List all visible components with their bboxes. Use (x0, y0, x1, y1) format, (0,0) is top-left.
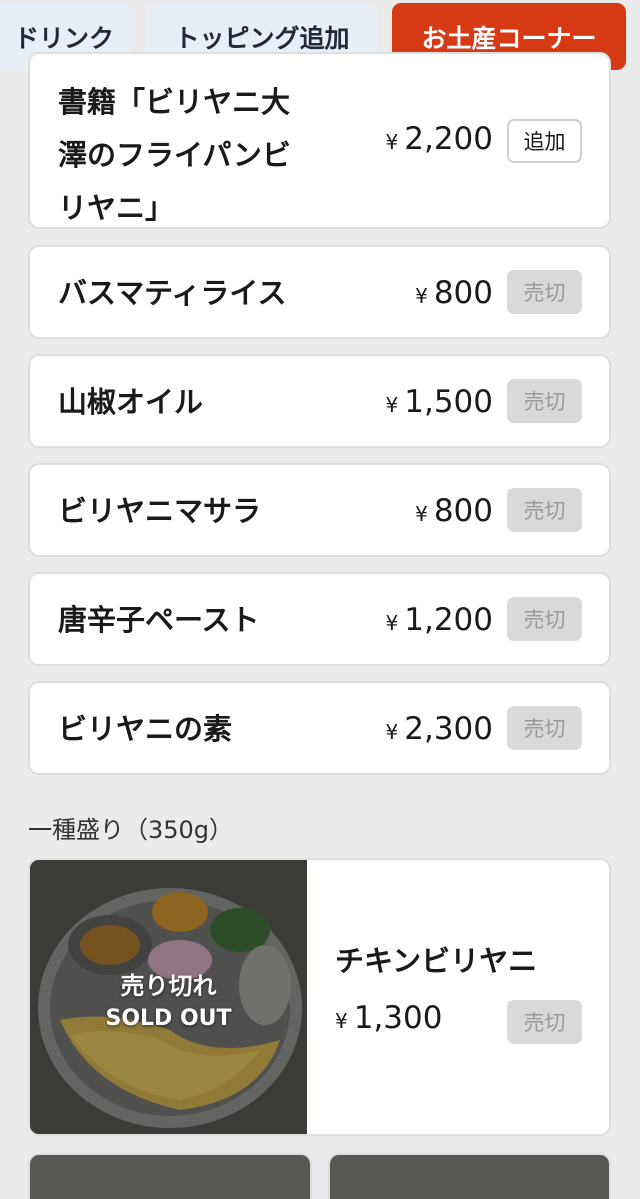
sold-out-label-en: SOLD OUT (105, 1006, 232, 1031)
item-price: ¥ 1,500 (385, 384, 493, 420)
product-image: 売り切れ SOLD OUT (30, 860, 307, 1134)
list-item: バスマティライス ¥ 800 売切 (28, 245, 611, 339)
list-item: 山椒オイル ¥ 1,500 売切 (28, 354, 611, 448)
sold-out-button[interactable]: 売切 (507, 379, 582, 423)
list-item: 書籍「ビリヤニ大 澤のフライパンビ リヤニ」 ¥ 2,200 追加 (28, 52, 611, 229)
item-price: ¥ 2,200 (385, 121, 493, 157)
section-heading: 一種盛り（350g） (28, 816, 234, 844)
item-price: ¥ 2,300 (385, 711, 493, 747)
list-item: ビリヤニマサラ ¥ 800 売切 (28, 463, 611, 557)
sold-out-label-jp: 売り切れ (120, 972, 217, 1000)
item-name: ビリヤニの素 (58, 712, 233, 746)
item-name: ビリヤニマサラ (58, 494, 262, 528)
sold-out-button[interactable]: 売切 (507, 488, 582, 532)
item-name: 唐辛子ペースト (58, 603, 260, 637)
product-card[interactable] (328, 1153, 611, 1199)
item-name: バスマティライス (58, 276, 287, 310)
menu-page: ドリンク トッピング追加 お土産コーナー 書籍「ビリヤニ大 澤のフライパンビ リ… (0, 0, 640, 1199)
item-price: ¥ 800 (415, 493, 493, 529)
item-price: ¥ 800 (415, 275, 493, 311)
product-price: ¥ 1,300 (335, 1000, 443, 1036)
sold-out-button[interactable]: 売切 (507, 706, 582, 750)
list-item: ビリヤニの素 ¥ 2,300 売切 (28, 681, 611, 775)
product-name: チキンビリヤニ (335, 944, 538, 978)
item-name: 山椒オイル (58, 385, 204, 419)
item-price: ¥ 1,200 (385, 602, 493, 638)
product-card[interactable] (28, 1153, 312, 1199)
sold-out-button[interactable]: 売切 (507, 1000, 582, 1044)
add-button[interactable]: 追加 (507, 119, 582, 163)
sold-out-button[interactable]: 売切 (507, 597, 582, 641)
sold-out-button[interactable]: 売切 (507, 270, 582, 314)
product-card[interactable]: 売り切れ SOLD OUT チキンビリヤニ ¥ 1,300 売切 (28, 858, 611, 1136)
item-name: 書籍「ビリヤニ大 澤のフライパンビ リヤニ」 (58, 85, 291, 225)
list-item: 唐辛子ペースト ¥ 1,200 売切 (28, 572, 611, 666)
